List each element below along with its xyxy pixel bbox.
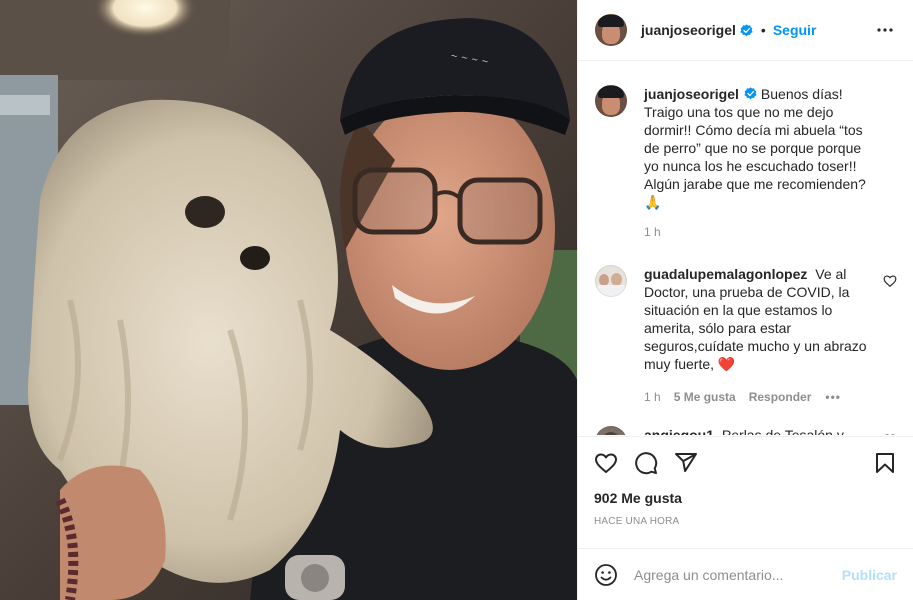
caption-text: Buenos días! Traigo una tos que no me de… <box>644 86 866 210</box>
comment-options-button[interactable]: ••• <box>825 388 841 406</box>
comment-username[interactable]: angiegou1 <box>644 427 714 435</box>
post-timestamp: HACE UNA HORA <box>594 516 680 527</box>
post-caption: juanjoseorigel Buenos días! Traigo una t… <box>595 61 897 241</box>
post-sidebar: juanjoseorigel • Seguir juanjoseorigel B… <box>577 0 913 600</box>
comment-time: 1 h <box>644 390 661 404</box>
heart-icon[interactable] <box>594 451 618 475</box>
comment-like-heart-icon[interactable] <box>883 274 897 288</box>
post-header: juanjoseorigel • Seguir <box>578 0 913 61</box>
bookmark-icon[interactable] <box>873 451 897 475</box>
list-item: guadalupemalagonlopez Ve al Doctor, una … <box>595 241 897 406</box>
post-photo[interactable]: ~ ~ ~ ~ <box>0 0 577 600</box>
comment-icon[interactable] <box>634 451 658 475</box>
caption-time: 1 h <box>644 225 661 239</box>
post-author-username[interactable]: juanjoseorigel <box>641 22 736 38</box>
publish-button[interactable]: Publicar <box>842 567 897 583</box>
reply-button[interactable]: Responder <box>749 388 812 406</box>
comment-likes[interactable]: 5 Me gusta <box>674 388 736 406</box>
avatar[interactable] <box>595 85 627 117</box>
instagram-post-view: ~ ~ ~ ~ juanjoseorigel • Seguir juanjose… <box>0 0 913 600</box>
post-actions: 902 Me gusta HACE UNA HORA Publicar <box>578 436 913 600</box>
avatar[interactable] <box>595 426 627 435</box>
more-horizontal-icon[interactable] <box>873 18 897 42</box>
caption-username[interactable]: juanjoseorigel <box>644 86 739 102</box>
smiley-icon[interactable] <box>594 563 618 587</box>
avatar[interactable] <box>595 14 627 46</box>
comment-username[interactable]: guadalupemalagonlopez <box>644 266 807 282</box>
post-image: ~ ~ ~ ~ <box>0 0 577 600</box>
comments-section[interactable]: juanjoseorigel Buenos días! Traigo una t… <box>578 61 913 435</box>
follow-button[interactable]: Seguir <box>773 22 817 38</box>
likes-count[interactable]: 902 Me gusta <box>578 477 913 506</box>
separator-dot: • <box>760 22 766 38</box>
verified-badge-icon <box>740 23 753 36</box>
verified-badge-icon <box>744 87 757 100</box>
paper-plane-icon[interactable] <box>674 451 698 475</box>
list-item: angiegou1 Perlas de Tesalón y Broncolin <box>595 406 897 435</box>
comment-input[interactable] <box>634 566 842 583</box>
add-comment-bar: Publicar <box>578 548 913 600</box>
comment-like-heart-icon[interactable] <box>883 433 897 435</box>
avatar[interactable] <box>595 265 627 297</box>
